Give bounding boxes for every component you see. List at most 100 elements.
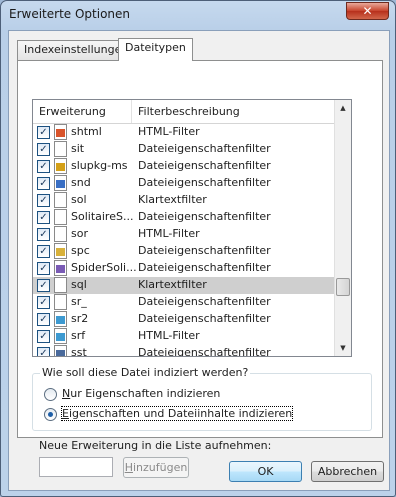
- blank-file-icon: [54, 226, 67, 242]
- certificate-file-icon: [54, 345, 67, 356]
- list-item[interactable]: ✓ sr_ Dateieigenschaftenfilter: [33, 294, 351, 311]
- radio-properties-only-text: ur Eigenschaften indizieren: [70, 387, 221, 400]
- mnemonic-h: H: [124, 461, 133, 474]
- certificate-icon: [54, 243, 67, 259]
- include-checkbox[interactable]: ✓: [37, 296, 50, 309]
- tab-panel-dateitypen: Erweiterung Filterbeschreibung ✓ shtml HTM…: [17, 60, 383, 478]
- index-method-group: [32, 373, 372, 431]
- extension-cell: snd: [71, 176, 91, 189]
- scrollbar-thumb[interactable]: [336, 278, 350, 296]
- filter-description-cell: Dateieigenschaftenfilter: [138, 210, 271, 223]
- radio-properties-and-contents[interactable]: [44, 408, 57, 421]
- blank-file-icon: [54, 277, 67, 293]
- dialog-window: Erweiterte Optionen ✕ Indexeinstellungen…: [0, 0, 396, 497]
- extension-cell: sql: [71, 278, 87, 291]
- list-item[interactable]: ✓ sr2 Dateieigenschaftenfilter: [33, 311, 351, 328]
- filter-description-cell: Dateieigenschaftenfilter: [138, 176, 271, 189]
- new-extension-input[interactable]: [39, 457, 113, 477]
- list-item[interactable]: ✓ sst Dateieigenschaftenfilter: [33, 345, 351, 357]
- index-method-legend: Wie soll diese Datei indiziert werden?: [40, 366, 251, 379]
- filter-description-cell: Dateieigenschaftenfilter: [138, 159, 271, 172]
- add-extension-button[interactable]: Hinzufügen: [123, 457, 189, 478]
- list-header: Erweiterung Filterbeschreibung: [33, 100, 351, 124]
- extension-cell: sst: [71, 346, 87, 357]
- extension-cell: SpiderSoli...: [71, 261, 137, 274]
- file-type-list[interactable]: Erweiterung Filterbeschreibung ✓ shtml HTM…: [32, 99, 352, 357]
- image-file-icon: [54, 311, 67, 327]
- web-page-icon: [54, 124, 67, 140]
- extension-cell: srf: [71, 329, 86, 342]
- filter-description-cell: Klartextfilter: [138, 278, 207, 291]
- include-checkbox[interactable]: ✓: [37, 211, 50, 224]
- package-key-icon: [54, 158, 67, 174]
- filter-description-cell: HTML-Filter: [138, 329, 200, 342]
- game-file-icon: [54, 260, 67, 276]
- new-extension-label: Neue Erweiterung in die Liste aufnehmen:: [39, 439, 272, 452]
- list-item[interactable]: ✓ spc Dateieigenschaftenfilter: [33, 243, 351, 260]
- extension-cell: sol: [71, 193, 87, 206]
- extension-cell: sit: [71, 142, 85, 155]
- filter-description-cell: Dateieigenschaftenfilter: [138, 142, 271, 155]
- tab-dateitypen[interactable]: Dateitypen: [118, 38, 193, 61]
- include-checkbox[interactable]: ✓: [37, 143, 50, 156]
- radio-properties-only-label[interactable]: Nur Eigenschaften indizieren: [62, 387, 220, 400]
- scroll-down-arrow-icon[interactable]: ▼: [335, 340, 351, 356]
- blank-file-icon: [54, 192, 67, 208]
- extension-cell: shtml: [71, 125, 102, 138]
- vertical-scrollbar[interactable]: ▲ ▼: [334, 100, 351, 356]
- list-item[interactable]: ✓ sql Klartextfilter: [33, 277, 351, 294]
- dialog-client-area: Indexeinstellungen Dateitypen Erweiterun…: [8, 30, 390, 491]
- list-item[interactable]: ✓ slupkg-ms Dateieigenschaftenfilter: [33, 158, 351, 175]
- include-checkbox[interactable]: ✓: [37, 177, 50, 190]
- list-item[interactable]: ✓ SpiderSoli... Dateieigenschaftenfilter: [33, 260, 351, 277]
- audio-file-icon: [54, 175, 67, 191]
- include-checkbox[interactable]: ✓: [37, 313, 50, 326]
- include-checkbox[interactable]: ✓: [37, 330, 50, 343]
- include-checkbox[interactable]: ✓: [37, 228, 50, 241]
- blank-file-icon: [54, 141, 67, 157]
- window-title: Erweiterte Optionen: [9, 7, 131, 21]
- include-checkbox[interactable]: ✓: [37, 279, 50, 292]
- filter-description-cell: Dateieigenschaftenfilter: [138, 244, 271, 257]
- mnemonic-n: N: [62, 387, 71, 400]
- include-checkbox[interactable]: ✓: [37, 262, 50, 275]
- list-item[interactable]: ✓ sol Klartextfilter: [33, 192, 351, 209]
- filter-description-cell: Dateieigenschaftenfilter: [138, 312, 271, 325]
- cancel-button[interactable]: Abbrechen: [311, 461, 384, 482]
- extension-cell: SolitaireS...: [71, 210, 134, 223]
- list-item[interactable]: ✓ snd Dateieigenschaftenfilter: [33, 175, 351, 192]
- extension-cell: sr2: [71, 312, 89, 325]
- radio-properties-only[interactable]: [44, 388, 57, 401]
- include-checkbox[interactable]: ✓: [37, 160, 50, 173]
- radio-properties-and-contents-label[interactable]: Eigenschaften und Dateiinhalte indiziere…: [60, 406, 294, 421]
- close-button[interactable]: ✕: [346, 2, 389, 20]
- list-item[interactable]: ✓ SolitaireS... Dateieigenschaftenfilter: [33, 209, 351, 226]
- include-checkbox[interactable]: ✓: [37, 245, 50, 258]
- scroll-up-arrow-icon[interactable]: ▲: [335, 100, 351, 116]
- mnemonic-e: E: [62, 407, 69, 420]
- filter-description-cell: HTML-Filter: [138, 227, 200, 240]
- add-extension-button-text: inzufügen: [132, 461, 188, 474]
- filter-description-cell: Klartextfilter: [138, 193, 207, 206]
- column-header-extension[interactable]: Erweiterung: [39, 105, 106, 118]
- column-header-filter-description[interactable]: Filterbeschreibung: [138, 105, 240, 118]
- list-item[interactable]: ✓ shtml HTML-Filter: [33, 124, 351, 141]
- list-item[interactable]: ✓ srf HTML-Filter: [33, 328, 351, 345]
- extension-cell: sr_: [71, 295, 87, 308]
- filter-description-cell: Dateieigenschaftenfilter: [138, 261, 271, 274]
- filter-description-cell: HTML-Filter: [138, 125, 200, 138]
- blank-file-icon: [54, 209, 67, 225]
- list-item[interactable]: ✓ sit Dateieigenschaftenfilter: [33, 141, 351, 158]
- extension-cell: spc: [71, 244, 90, 257]
- include-checkbox[interactable]: ✓: [37, 194, 50, 207]
- include-checkbox[interactable]: ✓: [37, 347, 50, 356]
- ok-button[interactable]: OK: [229, 461, 302, 482]
- filter-description-cell: Dateieigenschaftenfilter: [138, 295, 271, 308]
- list-item[interactable]: ✓ sor HTML-Filter: [33, 226, 351, 243]
- column-divider[interactable]: [131, 100, 132, 123]
- blank-file-icon: [54, 294, 67, 310]
- filter-description-cell: Dateieigenschaftenfilter: [138, 346, 271, 357]
- extension-cell: slupkg-ms: [71, 159, 128, 172]
- radio-properties-and-contents-text: igenschaften und Dateiinhalte indizieren: [68, 407, 293, 420]
- include-checkbox[interactable]: ✓: [37, 126, 50, 139]
